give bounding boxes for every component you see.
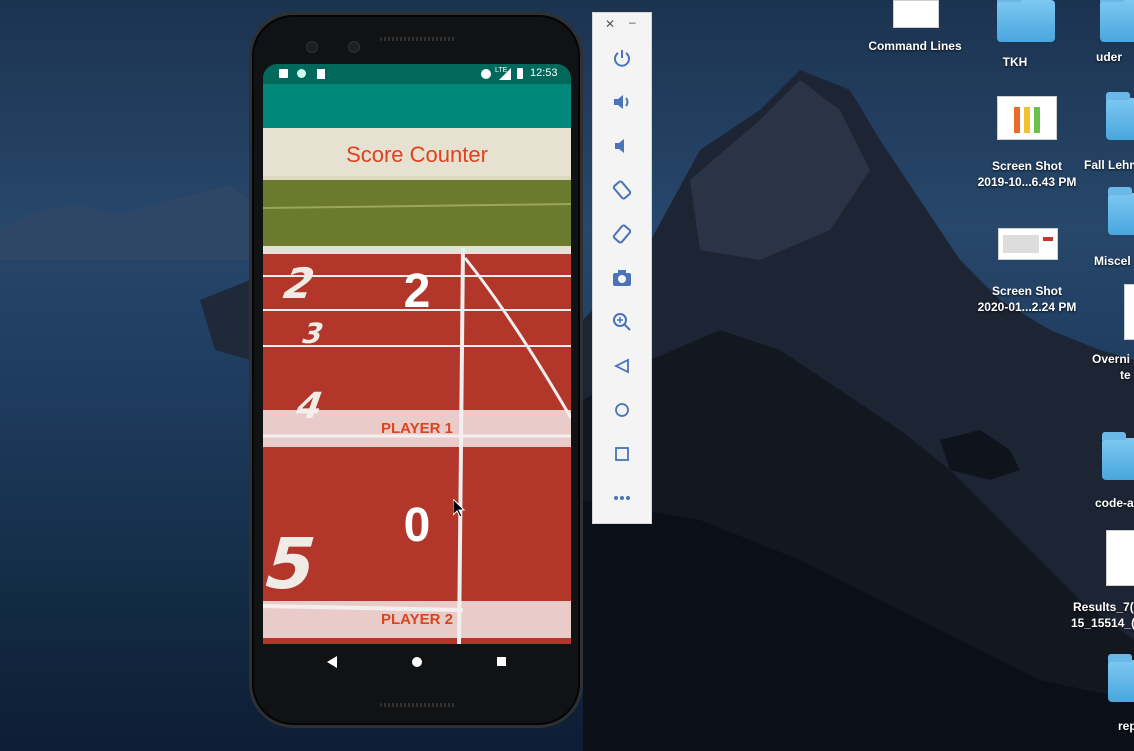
desktop-icon-label: uder bbox=[1096, 50, 1123, 64]
rotate-right-icon bbox=[612, 224, 632, 244]
player2-label: PLAYER 2 bbox=[381, 611, 453, 628]
navigation-bar bbox=[263, 644, 571, 680]
close-icon[interactable]: ✕ bbox=[605, 17, 615, 31]
speaker-grille bbox=[380, 37, 456, 41]
command-lines-file-icon[interactable] bbox=[893, 0, 939, 28]
zoom-button[interactable] bbox=[607, 307, 637, 337]
home-icon bbox=[615, 403, 629, 417]
battery-icon bbox=[517, 68, 523, 79]
document-file-icon[interactable] bbox=[1124, 284, 1134, 340]
player1-score: 2 bbox=[403, 265, 431, 318]
desktop-icon-label: Fall Lehm bbox=[1084, 158, 1134, 172]
fall-folder-icon[interactable] bbox=[1106, 92, 1134, 140]
minimize-icon[interactable]: – bbox=[629, 15, 636, 29]
rotate-left-button[interactable] bbox=[607, 175, 637, 205]
volume-down-button[interactable] bbox=[607, 131, 637, 161]
desktop-icon-label: 15_15514_( bbox=[1071, 616, 1134, 630]
player2-button[interactable]: PLAYER 2 bbox=[263, 601, 571, 638]
desktop-icon-label: Command Lines bbox=[868, 39, 962, 53]
overview-nav-icon[interactable] bbox=[497, 657, 506, 666]
rep-folder-icon[interactable] bbox=[1108, 654, 1134, 702]
home-button[interactable] bbox=[607, 395, 637, 425]
overview-button[interactable] bbox=[607, 439, 637, 469]
code-folder-icon[interactable] bbox=[1102, 432, 1134, 480]
more-icon bbox=[614, 496, 630, 500]
rotate-right-button[interactable] bbox=[607, 219, 637, 249]
desktop-icon-label: Miscel bbox=[1094, 254, 1131, 268]
app-bar bbox=[263, 84, 571, 128]
power-icon bbox=[614, 50, 630, 67]
screenshot-file-icon[interactable] bbox=[997, 96, 1057, 140]
player2-score: 0 bbox=[403, 499, 431, 552]
notification-a-icon bbox=[279, 69, 288, 78]
back-button[interactable] bbox=[607, 351, 637, 381]
front-sensor-icon bbox=[348, 41, 360, 53]
sd-card-icon bbox=[317, 69, 325, 79]
front-camera-icon bbox=[306, 41, 318, 53]
screenshot-button[interactable] bbox=[607, 263, 637, 293]
screenshot-file-icon[interactable] bbox=[998, 228, 1058, 260]
misc-folder-icon[interactable] bbox=[1108, 187, 1134, 235]
zoom-icon bbox=[613, 313, 631, 331]
volume-up-icon bbox=[614, 95, 629, 109]
uder-folder-icon[interactable] bbox=[1100, 0, 1134, 42]
page-title: Score Counter bbox=[346, 142, 488, 167]
power-button[interactable] bbox=[607, 43, 637, 73]
dnd-icon bbox=[481, 69, 491, 79]
back-nav-icon[interactable] bbox=[327, 656, 337, 668]
desktop-icon-label: rep bbox=[1118, 719, 1134, 733]
desktop-icon-label: Screen Shot 2020-01...2.24 PM bbox=[977, 284, 1077, 314]
bottom-speaker-grille bbox=[380, 703, 456, 707]
rotate-left-icon bbox=[612, 180, 632, 200]
more-button[interactable] bbox=[607, 483, 637, 513]
status-bar: LTE 12:53 bbox=[263, 64, 571, 84]
volume-up-button[interactable] bbox=[607, 87, 637, 117]
overview-icon bbox=[615, 447, 629, 461]
player1-button[interactable]: PLAYER 1 bbox=[263, 410, 571, 447]
phone-screen: LTE 12:53 2 3 4 5 Score Counter 2 PLAYER… bbox=[263, 64, 571, 644]
tkh-folder-icon[interactable] bbox=[997, 0, 1055, 42]
results-file-icon[interactable] bbox=[1106, 530, 1134, 586]
mouse-cursor-icon bbox=[453, 499, 465, 517]
desktop-icon-label: te bbox=[1120, 368, 1131, 382]
emulator-toolbar: ✕ – bbox=[592, 12, 652, 524]
running-track-background: 2 3 4 5 bbox=[263, 128, 571, 644]
player1-label: PLAYER 1 bbox=[381, 420, 453, 437]
app-content: 2 3 4 5 Score Counter 2 PLAYER 1 0 PLAYE… bbox=[263, 128, 571, 644]
home-nav-icon[interactable] bbox=[412, 657, 422, 667]
desktop-icon-label: TKH bbox=[1002, 55, 1028, 69]
back-icon bbox=[614, 358, 629, 374]
volume-down-icon bbox=[615, 139, 624, 153]
desktop-icon-label: Overni bbox=[1092, 352, 1131, 366]
status-time: 12:53 bbox=[530, 67, 558, 79]
desktop-icon-label: code-a bbox=[1095, 496, 1134, 510]
desktop-icon-label: Results_7( bbox=[1073, 600, 1134, 614]
signal-icon bbox=[499, 68, 511, 80]
camera-icon bbox=[613, 270, 631, 286]
desktop-icon-label: Screen Shot 2019-10...6.43 PM bbox=[977, 159, 1077, 189]
notification-circle-icon bbox=[297, 69, 306, 78]
